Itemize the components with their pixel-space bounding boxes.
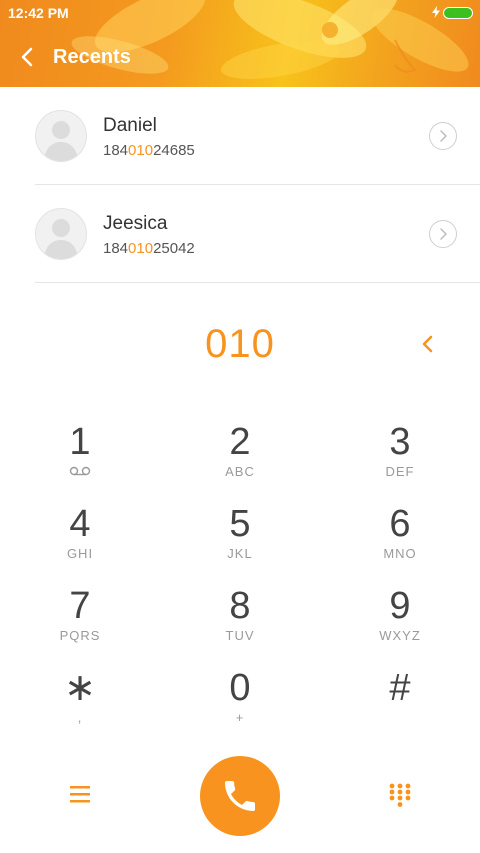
contact-detail-button[interactable]	[429, 122, 457, 150]
key-letters: ,	[77, 710, 83, 725]
key-letters: WXYZ	[379, 628, 421, 643]
key-9[interactable]: 9 WXYZ	[340, 586, 460, 666]
contact-name: Daniel	[103, 115, 157, 136]
contact-detail-button[interactable]	[429, 220, 457, 248]
key-hash[interactable]: #	[340, 668, 460, 748]
key-star[interactable]: ∗ ,	[20, 668, 140, 748]
battery-level	[444, 8, 472, 18]
charging-bolt-icon	[432, 6, 440, 18]
page-title: Recents	[53, 46, 131, 68]
status-bar: 12:42 PM	[0, 0, 480, 26]
key-digit: 3	[389, 421, 411, 463]
chevron-right-icon	[440, 228, 447, 240]
key-6[interactable]: 6 MNO	[340, 504, 460, 584]
key-digit: 1	[69, 421, 91, 463]
key-letters: +	[235, 710, 245, 725]
key-5[interactable]: 5 JKL	[180, 504, 300, 584]
key-digit: 6	[389, 503, 411, 545]
header: 12:42 PM Recents	[0, 0, 480, 87]
voicemail-icon	[69, 466, 91, 476]
person-icon	[44, 121, 78, 161]
key-digit: 9	[389, 585, 411, 627]
backspace-icon[interactable]	[418, 332, 438, 356]
key-letters: PQRS	[59, 628, 101, 643]
recent-contact-row[interactable]: Jeesica 18401025042	[0, 185, 480, 282]
person-icon	[44, 219, 78, 259]
number-match: 010	[128, 142, 154, 159]
key-1[interactable]: 1	[20, 422, 140, 502]
key-letters: JKL	[227, 546, 253, 561]
key-letters: ABC	[225, 464, 255, 479]
key-digit: 0	[229, 667, 251, 709]
key-letters: DEF	[385, 464, 415, 479]
key-letters: MNO	[383, 546, 417, 561]
key-digit: 2	[229, 421, 251, 463]
menu-icon[interactable]	[68, 783, 92, 805]
divider	[35, 282, 480, 283]
number-match: 010	[128, 240, 154, 257]
key-0[interactable]: 0 +	[180, 668, 300, 748]
avatar	[35, 110, 87, 162]
key-digit: 8	[229, 585, 251, 627]
key-7[interactable]: 7 PQRS	[20, 586, 140, 666]
key-2[interactable]: 2 ABC	[180, 422, 300, 502]
dialed-number: 010	[205, 322, 275, 366]
status-time: 12:42 PM	[8, 5, 69, 21]
phone-icon	[225, 781, 255, 811]
key-letters: TUV	[225, 628, 255, 643]
key-4[interactable]: 4 GHI	[20, 504, 140, 584]
key-digit: 4	[69, 503, 91, 545]
contact-number: 18401024685	[103, 142, 195, 159]
battery-icon	[443, 7, 473, 19]
key-letters: GHI	[66, 546, 94, 561]
dialpad-icon[interactable]	[388, 782, 412, 808]
key-digit: 5	[229, 503, 251, 545]
key-digit: #	[389, 667, 411, 709]
key-digit: 7	[69, 585, 91, 627]
key-digit: ∗	[64, 667, 96, 709]
chevron-right-icon	[440, 130, 447, 142]
contact-number: 18401025042	[103, 240, 195, 257]
key-8[interactable]: 8 TUV	[180, 586, 300, 666]
back-chevron-icon[interactable]	[16, 44, 40, 70]
recent-contact-row[interactable]: Daniel 18401024685	[0, 87, 480, 184]
key-3[interactable]: 3 DEF	[340, 422, 460, 502]
avatar	[35, 208, 87, 260]
call-button[interactable]	[200, 756, 280, 836]
contact-name: Jeesica	[103, 213, 168, 234]
